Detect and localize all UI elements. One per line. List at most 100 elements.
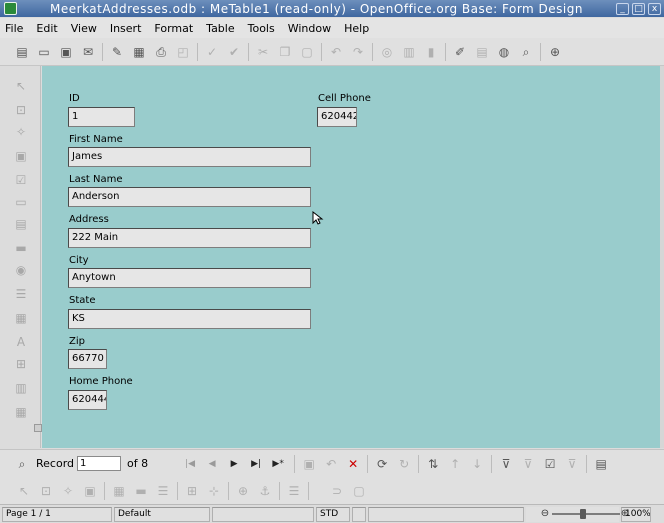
first-record-icon[interactable]: |◀ (184, 457, 196, 471)
state-field[interactable]: KS (68, 309, 311, 329)
select-icon[interactable]: ↖ (16, 483, 32, 499)
autofilter-icon[interactable]: ⊽ (498, 456, 514, 472)
refresh-control-icon[interactable]: ↻ (396, 456, 412, 472)
save-record-icon[interactable]: ▣ (301, 456, 317, 472)
table-control-icon[interactable]: ▦ (13, 404, 29, 420)
next-record-icon[interactable]: ▶ (228, 457, 240, 471)
help-icon[interactable]: ⊕ (547, 44, 563, 60)
cell-phone-field[interactable]: 620442 (317, 107, 357, 127)
menu-format[interactable]: Format (154, 22, 193, 35)
last-name-field[interactable]: Anderson (68, 187, 311, 207)
new-record-icon[interactable]: ▶* (272, 457, 284, 471)
page-style[interactable]: Default (114, 506, 210, 522)
design-mode-toggle-icon[interactable]: ⊡ (38, 483, 54, 499)
sort-ascending-icon[interactable]: ↑ (447, 456, 463, 472)
apply-filter-icon[interactable]: ⊽ (520, 456, 536, 472)
sort-icon[interactable]: ⇅ (425, 456, 441, 472)
city-field[interactable]: Anytown (68, 268, 311, 288)
wizards-icon[interactable]: ✧ (60, 483, 76, 499)
zip-field[interactable]: 66770 (68, 349, 107, 369)
edit-file-icon[interactable]: ✎ (109, 44, 125, 60)
sort-descending-icon[interactable]: ↓ (469, 456, 485, 472)
menu-insert[interactable]: Insert (110, 22, 142, 35)
draw-functions-icon[interactable]: ✐ (452, 44, 468, 60)
send-to-back-icon[interactable]: ▢ (351, 483, 367, 499)
cut-icon[interactable]: ✂ (255, 44, 271, 60)
form-navigator-icon[interactable]: ⊞ (184, 483, 200, 499)
text-box-icon[interactable]: ▭ (13, 194, 29, 210)
email-icon[interactable]: ✉ (80, 44, 96, 60)
alignment-icon[interactable]: ☰ (286, 483, 302, 499)
more-controls-icon[interactable]: ⊞ (13, 356, 29, 372)
delete-record-icon[interactable]: ✕ (345, 456, 361, 472)
grid-icon[interactable]: ⊹ (206, 483, 222, 499)
hyperlink-icon[interactable]: ◎ (379, 44, 395, 60)
table-icon[interactable]: ▥ (401, 44, 417, 60)
print-preview-icon[interactable]: ◰ (175, 44, 191, 60)
bring-to-front-icon[interactable]: ⊃ (329, 483, 345, 499)
control-icon[interactable]: ▣ (82, 483, 98, 499)
zoom-icon[interactable]: ⌕ (518, 44, 534, 60)
save-icon[interactable]: ▣ (58, 44, 74, 60)
menu-table[interactable]: Table (206, 22, 234, 35)
first-name-field[interactable]: James (68, 147, 311, 167)
form-filter-icon[interactable]: ☑ (542, 456, 558, 472)
redo-icon[interactable]: ↷ (350, 44, 366, 60)
position-size-icon[interactable]: ⊕ (235, 483, 251, 499)
activation-order-icon[interactable]: ☰ (155, 483, 171, 499)
refresh-icon[interactable]: ⟳ (374, 456, 390, 472)
label-field-icon[interactable]: A (13, 334, 29, 350)
open-folder-icon[interactable]: ▭ (36, 44, 52, 60)
formatted-field-icon[interactable]: ▤ (13, 216, 29, 232)
undo-record-icon[interactable]: ↶ (323, 456, 339, 472)
find-record-icon[interactable]: ⌕ (14, 456, 30, 472)
zoom-knob[interactable] (580, 509, 586, 519)
auto-spellcheck-icon[interactable]: ✔ (226, 44, 242, 60)
design-mode-icon[interactable]: ⊡ (13, 102, 29, 118)
form-properties-icon[interactable]: ▣ (13, 148, 29, 164)
menu-edit[interactable]: Edit (36, 22, 57, 35)
minimize-button[interactable]: _ (616, 2, 629, 15)
menu-view[interactable]: View (71, 22, 97, 35)
control-wizards-icon[interactable]: ✧ (13, 124, 29, 140)
add-field-icon[interactable]: ▬ (133, 483, 149, 499)
reset-filter-icon[interactable]: ⊽ (564, 456, 580, 472)
checkbox-icon[interactable]: ☑ (13, 172, 29, 188)
select-pointer-icon[interactable]: ↖ (13, 78, 29, 94)
new-document-icon[interactable]: ▤ (14, 44, 30, 60)
record-number-input[interactable]: 1 (77, 456, 122, 471)
form-design-icon[interactable]: ▥ (13, 380, 29, 396)
menu-tools[interactable]: Tools (248, 22, 275, 35)
menu-window[interactable]: Window (288, 22, 331, 35)
address-field[interactable]: 222 Main (68, 228, 311, 248)
close-button[interactable]: x (648, 2, 661, 15)
previous-record-icon[interactable]: ◀ (206, 457, 218, 471)
anchor-icon[interactable]: ⚓ (257, 483, 273, 499)
data-source-icon[interactable]: ▤ (593, 456, 609, 472)
option-button-icon[interactable]: ◉ (13, 262, 29, 278)
zoom-out-icon[interactable]: ⊖ (540, 508, 550, 520)
push-button-icon[interactable]: ▬ (13, 240, 29, 256)
combo-box-icon[interactable]: ▦ (13, 310, 29, 326)
list-box-icon[interactable]: ☰ (13, 286, 29, 302)
menu-help[interactable]: Help (344, 22, 369, 35)
spellcheck-icon[interactable]: ✓ (204, 44, 220, 60)
home-phone-field[interactable]: 620444 (68, 390, 107, 410)
zoom-in-icon[interactable]: ⊕ (620, 508, 630, 520)
toolbar-scroll-arrow-icon[interactable] (34, 424, 42, 432)
export-pdf-icon[interactable]: ▦ (131, 44, 147, 60)
menu-file[interactable]: File (5, 22, 23, 35)
navigator-icon[interactable]: ◍ (496, 44, 512, 60)
id-field[interactable]: 1 (68, 107, 135, 127)
chart-icon[interactable]: ▮ (423, 44, 439, 60)
print-icon[interactable]: ⎙ (153, 44, 169, 60)
zoom-slider[interactable]: ⊖ ⊕ (540, 508, 630, 520)
last-record-icon[interactable]: ▶| (250, 457, 262, 471)
copy-icon[interactable]: ❐ (277, 44, 293, 60)
paste-icon[interactable]: ▢ (299, 44, 315, 60)
maximize-button[interactable]: □ (632, 2, 645, 15)
form-icon[interactable]: ▦ (111, 483, 127, 499)
find-replace-icon[interactable]: ▤ (474, 44, 490, 60)
vertical-scrollbar[interactable] (660, 66, 664, 448)
undo-icon[interactable]: ↶ (328, 44, 344, 60)
